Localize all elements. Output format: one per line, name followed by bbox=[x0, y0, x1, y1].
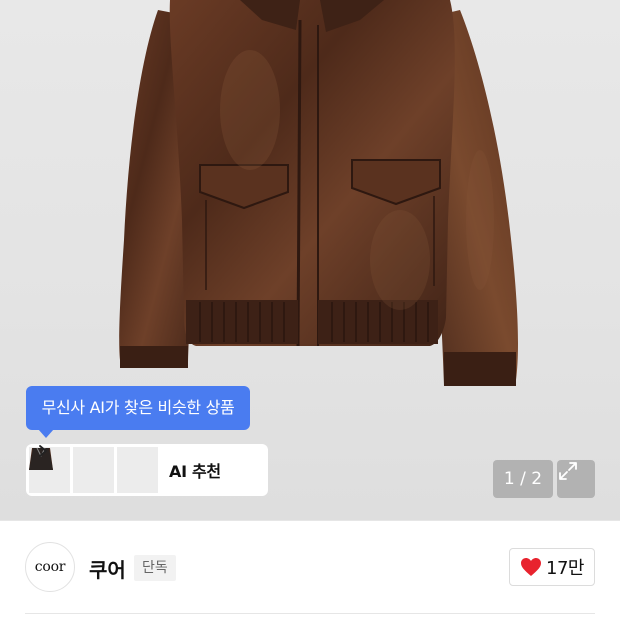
exclusive-badge: 단독 bbox=[134, 555, 176, 581]
ai-recommend-label: AI 추천 bbox=[169, 462, 221, 481]
like-count: 17만 bbox=[546, 558, 584, 579]
brand-logo[interactable]: coor bbox=[25, 542, 75, 592]
product-image-carousel[interactable]: 무신사 AI가 찾은 비슷한 상품 AI 추천 1 / 2 bbox=[0, 0, 620, 520]
chevron-right-icon bbox=[39, 445, 47, 457]
brand-row: coor 쿠어 단독 17만 bbox=[0, 521, 620, 613]
leather-jacket-image bbox=[119, 0, 518, 386]
ai-similar-tooltip: 무신사 AI가 찾은 비슷한 상품 bbox=[26, 386, 250, 438]
image-page-indicator: 1 / 2 bbox=[493, 460, 553, 498]
recommend-thumbnail[interactable] bbox=[29, 447, 114, 493]
ai-recommend-button[interactable]: AI 추천 bbox=[26, 444, 268, 496]
expand-image-button[interactable] bbox=[557, 460, 595, 498]
like-button[interactable]: 17만 bbox=[509, 548, 595, 586]
expand-icon bbox=[559, 462, 577, 480]
recommend-thumbnail[interactable] bbox=[29, 447, 158, 493]
divider bbox=[25, 613, 595, 614]
heart-icon bbox=[521, 558, 542, 576]
brand-name[interactable]: 쿠어 bbox=[89, 554, 126, 583]
